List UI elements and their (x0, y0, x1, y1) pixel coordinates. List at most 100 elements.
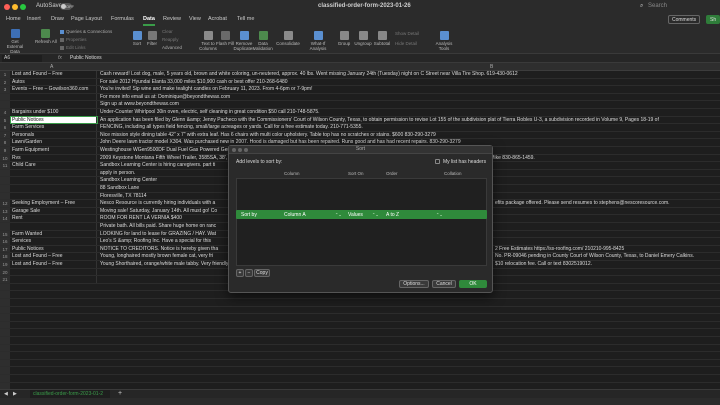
add-sheet-button[interactable]: + (118, 390, 122, 397)
row-number[interactable]: 11 (0, 162, 10, 169)
column-header-a[interactable]: A (50, 64, 53, 70)
cell-column-a[interactable]: Events – Free – Gowilson360.com (11, 86, 97, 93)
close-window-button[interactable] (4, 4, 10, 10)
search-input[interactable]: Search (648, 3, 667, 9)
row-number[interactable] (0, 185, 10, 192)
row-number[interactable]: 13 (0, 207, 10, 215)
row-number[interactable]: 3 (0, 86, 10, 93)
tab-page-layout[interactable]: Page Layout (71, 16, 102, 22)
row-number[interactable] (0, 375, 10, 382)
column-select-chevron-icon[interactable]: ⌃⌄ (335, 212, 342, 217)
cell-column-a[interactable]: Lost and Found – Free (11, 261, 97, 268)
properties-button[interactable]: Properties (60, 37, 87, 42)
cell-column-a[interactable] (11, 93, 97, 101)
cell-column-b[interactable]: Cash reward! Lost dog, male, 5 years old… (99, 71, 719, 78)
cell-column-a[interactable]: Farm Wanted (11, 230, 97, 238)
row-number[interactable] (0, 291, 10, 298)
row-number[interactable] (0, 306, 10, 314)
row-number[interactable]: 5 (0, 116, 10, 124)
sheet-nav-next-icon[interactable]: ▶ (13, 391, 17, 397)
cell-column-a[interactable]: Garage Sale (11, 207, 97, 215)
text-to-columns-button[interactable]: Text to Columns (198, 31, 218, 51)
what-if-analysis-button[interactable]: What-If Analysis (308, 31, 328, 51)
cell-column-b[interactable]: For sale 2012 Hyundai Elanta 33,000 mile… (99, 79, 719, 86)
cell-column-b[interactable]: Nice mission style dining table 42" x 7"… (99, 132, 719, 139)
cell-column-a[interactable]: Lost and Found – Free (11, 71, 97, 78)
row-number[interactable] (0, 359, 10, 367)
cell-column-a[interactable]: Farm Services (11, 124, 97, 131)
row-number[interactable] (0, 283, 10, 291)
cell-column-b[interactable]: Under-Counter Whirlpool 30in oven, elect… (99, 109, 719, 116)
name-box[interactable]: A6 (2, 55, 42, 62)
column-header-b[interactable]: B (490, 64, 493, 70)
row-number[interactable] (0, 223, 10, 230)
cell-column-a[interactable]: Lawn/Garden (11, 139, 97, 146)
row-number[interactable] (0, 93, 10, 101)
data-validation-button[interactable]: Data Validation (252, 31, 274, 51)
cell-column-a[interactable]: Public Notices (11, 245, 97, 253)
share-button[interactable]: Sh (706, 15, 720, 24)
tab-view[interactable]: View (189, 16, 201, 22)
cell-column-a[interactable]: Bargains under $100 (11, 109, 97, 116)
comments-button[interactable]: Comments (668, 15, 701, 24)
clear-button[interactable]: Clear (162, 29, 173, 34)
my-list-headers-checkbox[interactable] (435, 159, 440, 164)
row-number[interactable] (0, 299, 10, 306)
remove-level-button[interactable]: − (245, 269, 253, 277)
sort-level-row[interactable]: Sort by Column A ⌃⌄ Values ⌃⌄ A to Z ⌃⌄ (236, 210, 487, 219)
cell-column-a[interactable]: Seeking Employment – Free (11, 200, 97, 207)
tab-insert[interactable]: Insert (27, 16, 41, 22)
hide-detail-button[interactable]: Hide Detail (395, 41, 417, 46)
queries-connections-button[interactable]: Queries & Connections (60, 29, 112, 34)
sheet-nav-prev-icon[interactable]: ◀ (4, 391, 8, 397)
row-number[interactable]: 7 (0, 131, 10, 139)
formula-input[interactable]: Public Notices (70, 55, 102, 61)
advanced-button[interactable]: Advanced (162, 45, 182, 50)
order-chevron-icon[interactable]: ⌃⌄ (436, 212, 443, 217)
tab-review[interactable]: Review (163, 16, 181, 22)
sort-button[interactable]: Sort (130, 31, 144, 46)
options-button[interactable]: Options... (399, 280, 429, 288)
row-number[interactable]: 6 (0, 124, 10, 131)
dialog-close-icon[interactable] (232, 148, 236, 152)
tab-draw[interactable]: Draw (51, 16, 64, 22)
consolidate-button[interactable]: Consolidate (274, 31, 302, 46)
cell-column-b[interactable]: An application has been filed by Glenn &… (99, 117, 719, 124)
row-number[interactable] (0, 337, 10, 344)
fx-icon[interactable]: fx (58, 55, 62, 61)
row-number[interactable]: 19 (0, 261, 10, 268)
cell-column-a[interactable] (11, 185, 97, 192)
cell-column-a[interactable] (11, 192, 97, 200)
row-number[interactable]: 14 (0, 215, 10, 222)
row-number[interactable] (0, 192, 10, 200)
cell-column-a[interactable] (11, 101, 97, 108)
cell-column-b[interactable]: You're invited! Sip wine and make tealig… (99, 86, 719, 93)
cell-column-a[interactable]: Rent (11, 215, 97, 222)
sort-on-chevron-icon[interactable]: ⌃⌄ (372, 212, 379, 217)
row-number[interactable] (0, 367, 10, 374)
order-select[interactable]: A to Z (386, 212, 399, 218)
tab-home[interactable]: Home (6, 16, 21, 22)
cell-column-a[interactable] (11, 223, 97, 230)
tab-tell-me[interactable]: Tell me (237, 16, 254, 22)
row-number[interactable]: 12 (0, 200, 10, 207)
sort-on-select[interactable]: Values (348, 212, 363, 218)
row-number[interactable]: 20 (0, 268, 10, 276)
cell-column-a[interactable]: Public Notices (10, 115, 98, 125)
refresh-all-button[interactable]: Refresh All (35, 29, 57, 44)
edit-links-button[interactable]: Edit Links (60, 45, 86, 50)
tab-acrobat[interactable]: Acrobat (208, 16, 227, 22)
row-number[interactable]: 2 (0, 78, 10, 86)
row-number[interactable]: 10 (0, 154, 10, 162)
cell-column-a[interactable]: Personals (11, 131, 97, 139)
tab-data[interactable]: Data (143, 16, 155, 26)
get-external-data-button[interactable]: Get External Data (4, 29, 26, 54)
cell-column-a[interactable] (11, 177, 97, 184)
ungroup-button[interactable]: Ungroup (354, 31, 372, 46)
row-number[interactable] (0, 314, 10, 321)
row-number[interactable] (0, 329, 10, 336)
cancel-button[interactable]: Cancel (432, 280, 456, 288)
cell-column-a[interactable]: Autos (11, 78, 97, 86)
cell-column-a[interactable]: Lost and Found – Free (11, 253, 97, 260)
zoom-window-button[interactable] (20, 4, 26, 10)
